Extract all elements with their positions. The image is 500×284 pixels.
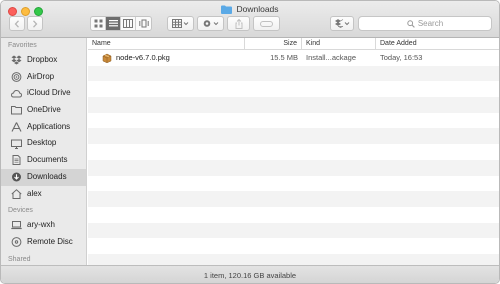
grid-icon — [94, 19, 102, 28]
laptop-icon — [11, 221, 22, 230]
column-header-name[interactable]: Name — [88, 38, 245, 49]
search-input[interactable]: Search — [358, 16, 492, 31]
share-button[interactable] — [227, 16, 250, 31]
dropbox-toolbar-button[interactable] — [330, 16, 354, 31]
column-header-kind[interactable]: Kind — [302, 38, 376, 49]
window-title-text: Downloads — [236, 4, 279, 14]
airdrop-icon — [11, 72, 22, 82]
file-kind: Install...ackage — [306, 53, 357, 62]
devices-heading: Devices — [8, 207, 33, 215]
chevron-right-icon — [33, 19, 38, 28]
icon-view-button[interactable] — [91, 17, 106, 30]
sidebar: Favorites Dropbox AirDrop iCloud Drive O… — [1, 38, 87, 265]
dropbox-icon — [334, 19, 349, 28]
folder-icon — [11, 106, 22, 115]
disc-icon — [11, 237, 22, 248]
tags-button[interactable] — [253, 16, 280, 31]
sidebar-item-applications[interactable]: Applications — [1, 119, 86, 136]
forward-button[interactable] — [27, 16, 43, 31]
sidebar-item-label: Dropbox — [27, 55, 58, 64]
favorites-heading: Favorites — [8, 42, 37, 49]
table-row[interactable]: node-v6.7.0.pkg 15.5 MB Install...ackage… — [88, 50, 499, 66]
empty-row — [88, 238, 499, 254]
dropbox-icon — [11, 55, 22, 65]
sidebar-item-label: alex — [27, 188, 42, 198]
empty-row — [88, 113, 499, 129]
sidebar-item-label: AirDrop — [27, 71, 55, 81]
finder-window: Downloads Search Favorites Dropbox AirDr… — [0, 0, 500, 284]
status-text: 1 item, 120.16 GB available — [203, 271, 297, 280]
list-header: Name Size Kind Date Added — [88, 38, 499, 50]
sidebar-item-alex[interactable]: alex — [1, 186, 86, 203]
empty-row — [88, 191, 499, 207]
sidebar-item-label: Documents — [27, 155, 68, 165]
shared-heading: Shared — [8, 255, 31, 263]
sidebar-item-remote-disc[interactable]: Remote Disc — [1, 234, 86, 251]
empty-row — [88, 65, 499, 82]
empty-row — [88, 144, 499, 160]
desktop-icon — [11, 139, 22, 149]
arrange-button[interactable] — [167, 16, 194, 31]
sidebar-item-documents[interactable]: Documents — [1, 152, 86, 169]
empty-row — [88, 207, 499, 223]
sidebar-item-label: Applications — [27, 121, 71, 131]
view-mode-control[interactable] — [90, 16, 152, 31]
column-header-date-added[interactable]: Date Added — [376, 38, 499, 49]
sidebar-item-label: ary-wxh — [27, 220, 56, 230]
applications-icon — [11, 122, 22, 132]
column-header-size[interactable]: Size — [245, 38, 302, 49]
file-name-cell: node-v6.7.0.pkg — [88, 50, 245, 66]
list-icon — [108, 20, 118, 27]
sidebar-item-label: iCloud Drive — [27, 88, 71, 98]
window-title: Downloads — [1, 4, 499, 14]
arrange-grid-icon — [172, 19, 189, 28]
sidebar-item-ary-wxh[interactable]: ary-wxh — [1, 217, 86, 234]
file-name: node-v6.7.0.pkg — [116, 53, 170, 62]
column-view-button[interactable] — [121, 17, 136, 30]
list-rows: node-v6.7.0.pkg 15.5 MB Install...ackage… — [88, 50, 499, 270]
cloud-icon — [11, 89, 22, 98]
empty-row — [88, 159, 499, 176]
sidebar-item-airdrop[interactable]: AirDrop — [1, 69, 86, 86]
empty-row — [88, 81, 499, 97]
folder-icon — [221, 5, 233, 14]
sidebar-item-icloud-drive[interactable]: iCloud Drive — [1, 85, 86, 102]
sidebar-item-label: Downloads — [27, 171, 67, 181]
file-size: 15.5 MB — [270, 53, 298, 62]
gear-icon — [203, 20, 219, 27]
action-button[interactable] — [197, 16, 224, 31]
home-icon — [11, 188, 22, 199]
sidebar-item-label: OneDrive — [27, 105, 61, 115]
toolbar: Downloads Search — [1, 1, 499, 38]
documents-icon — [12, 155, 21, 166]
sidebar-item-downloads[interactable]: Downloads — [1, 168, 86, 186]
list-view-button[interactable] — [106, 17, 121, 30]
cover-flow-view-button[interactable] — [136, 17, 151, 30]
search-placeholder: Search — [417, 19, 444, 28]
sidebar-item-onedrive[interactable]: OneDrive — [1, 102, 86, 119]
columns-icon — [123, 19, 133, 28]
empty-row — [88, 128, 499, 145]
empty-row — [88, 97, 499, 113]
back-button[interactable] — [9, 16, 25, 31]
sidebar-item-desktop[interactable]: Desktop — [1, 135, 86, 152]
sidebar-item-label: Desktop — [27, 138, 57, 148]
cover-flow-icon — [138, 19, 149, 28]
file-list: Name Size Kind Date Added node-v6.7.0.pk… — [88, 38, 499, 270]
package-icon — [102, 53, 112, 63]
empty-row — [88, 176, 499, 192]
downloads-icon — [12, 172, 21, 182]
chevron-left-icon — [14, 19, 19, 28]
search-icon — [407, 19, 415, 28]
file-date-added: Today, 16:53 — [380, 53, 423, 62]
sidebar-item-label: Remote Disc — [27, 236, 73, 246]
status-bar: 1 item, 120.16 GB available — [1, 265, 499, 283]
empty-row — [88, 222, 499, 239]
sidebar-item-dropbox[interactable]: Dropbox — [1, 52, 86, 69]
tag-icon — [260, 20, 273, 27]
share-icon — [235, 18, 242, 29]
